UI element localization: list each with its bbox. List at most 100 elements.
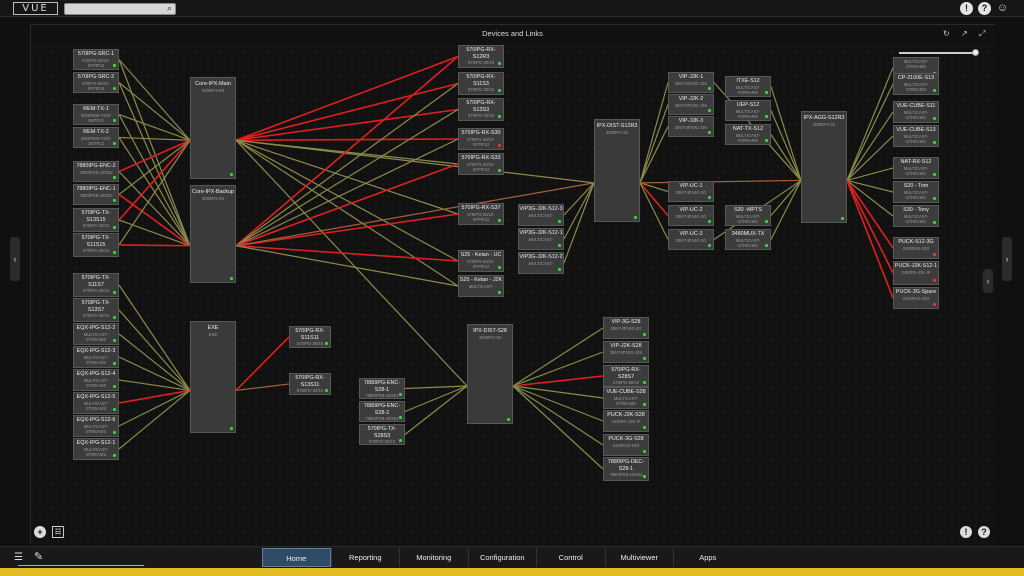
- link-line[interactable]: [563, 182, 595, 264]
- device-node[interactable]: VIP-J2K-2 3067VIP10G-J2K: [668, 94, 714, 115]
- device-node[interactable]: REM-TX-2 3000REM-TX/8-2MTP12: [73, 127, 119, 148]
- link-line[interactable]: [235, 383, 290, 392]
- device-node[interactable]: 570IPG-RX-S13S3 570IPG-30/10: [458, 98, 504, 121]
- alert-icon[interactable]: !: [960, 2, 973, 15]
- device-node[interactable]: 570IPG-RX-S33 570IPG-30/10-SFPIP12: [458, 153, 504, 175]
- device-node[interactable]: VIP-UC-3 3067VIP10G-3G: [668, 229, 714, 250]
- device-node[interactable]: REM-TX-1 3000REM-TX/8-2MTP12: [73, 104, 119, 125]
- user-icon[interactable]: ☺: [996, 2, 1009, 15]
- device-node[interactable]: Core-IPX-Main 3000IPX-84: [190, 77, 236, 179]
- device-node[interactable]: VIP-UC-1 3067VIP10G-3G: [668, 181, 714, 202]
- device-node[interactable]: 570IPG-RX-S11S11 570IPG-30/10: [289, 326, 331, 348]
- link-line[interactable]: [404, 385, 468, 413]
- link-line[interactable]: [846, 83, 894, 181]
- tab-reporting[interactable]: Reporting: [330, 548, 400, 567]
- device-node[interactable]: 7880IPG-ENC-S28-1 7880IPG8-10GE2: [359, 378, 405, 399]
- device-node[interactable]: 7880IPG-ENC-1 7880IPG8-10GE2: [73, 184, 119, 205]
- grid-icon[interactable]: ☷: [52, 526, 64, 538]
- device-node[interactable]: 570IPG-TX-S13S15 570IPG-30/10: [73, 208, 119, 232]
- tab-multiviewer[interactable]: Multiviewer: [604, 548, 674, 567]
- device-node[interactable]: 7880IPG-ENC-2 7880IPG8-10GE2: [73, 161, 119, 182]
- link-line[interactable]: [770, 134, 802, 181]
- device-node[interactable]: 570IPG-TX-S11S15 570IPG-30/10: [73, 233, 119, 257]
- topology-graph[interactable]: 570IPG-SRC-1 570IPG-30/10-SFPIP12 570IPG-S…: [31, 25, 996, 545]
- collapse-icon[interactable]: ⤢: [979, 29, 985, 39]
- device-node[interactable]: S25 - Kelan - J2K MULTICAST-: [458, 275, 504, 297]
- link-line[interactable]: [235, 83, 459, 247]
- link-line[interactable]: [118, 136, 191, 141]
- device-node[interactable]: 570IPG-RX-S13S11 570IPG-30/10: [289, 373, 331, 395]
- device-node[interactable]: PUCK-3G-Spare 2430RX2-10G: [893, 287, 939, 309]
- device-node[interactable]: S30 -MPTS MULTICAST-STREAMS: [725, 205, 771, 226]
- details-toggle[interactable]: ‹: [983, 269, 993, 293]
- link-line[interactable]: [639, 126, 669, 184]
- device-node[interactable]: 570IPG-TX-S11S7 570IPG-30/10: [73, 273, 119, 297]
- right-panel-toggle[interactable]: ›: [1002, 237, 1012, 281]
- tab-home[interactable]: Home: [262, 548, 331, 567]
- device-node[interactable]: VIP-UC-2 3067VIP10G-3G: [668, 205, 714, 226]
- link-line[interactable]: [118, 389, 191, 427]
- device-node[interactable]: EQX-IPG-S12-3 MULTICAST-STREAMS: [73, 346, 119, 368]
- pencil-icon[interactable]: ✎: [34, 550, 43, 563]
- device-node[interactable]: PUCK-3G-S28 2430RX2-10G: [603, 434, 649, 456]
- device-node[interactable]: IPX-AGG-S12R3 3000IPX-32: [801, 111, 847, 223]
- device-node[interactable]: PUCK-J2K-S12-1 2430RX-J2K-IP: [893, 261, 939, 285]
- device-node[interactable]: 570IPG-RX-S37 570IPG-30/10-SFPIP12: [458, 203, 504, 225]
- help-icon[interactable]: ?: [978, 2, 991, 15]
- device-node[interactable]: EQX-IPG-S12-5 MULTICAST-STREAMS: [73, 392, 119, 414]
- device-node[interactable]: 570IPG-RX-S12R3 570IPG-30/10: [458, 45, 504, 68]
- help-icon[interactable]: ?: [978, 526, 990, 538]
- device-node[interactable]: VIP-J2K-S28 3067VIP10G-J2K: [603, 341, 649, 363]
- link-line[interactable]: [118, 82, 191, 246]
- link-line[interactable]: [235, 139, 459, 262]
- device-node[interactable]: 570IPG-TX-S13S7 570IPG-30/10: [73, 298, 119, 322]
- link-line[interactable]: [235, 139, 468, 387]
- device-node[interactable]: VIP3G-J2K-S12-3 MULTICAST-: [518, 204, 564, 226]
- device-node[interactable]: 570IPG-RX-S28S7 570IPG-30/10: [603, 365, 649, 387]
- device-node[interactable]: PUCK-J2K-S28 2430RX-J2K-IP: [603, 410, 649, 432]
- device-node[interactable]: VUE-CUBE-S13 MULTICAST-STREAMS: [893, 125, 939, 147]
- device-node[interactable]: 570IPG-TX-S28S3 570IPG-30/10: [359, 424, 405, 445]
- device-node[interactable]: VUE-CUBE-S11 MULTICAST-STREAMS: [893, 101, 939, 123]
- link-line[interactable]: [639, 82, 669, 184]
- link-line[interactable]: [770, 86, 802, 181]
- link-line[interactable]: [118, 284, 191, 391]
- device-node[interactable]: 570IPG-SRC-1 570IPG-30/10-SFPIP12: [73, 49, 119, 70]
- device-node[interactable]: UEP-S12 MULTICAST-STREAMS: [725, 100, 771, 121]
- zoom-handle[interactable]: [972, 49, 979, 56]
- link-line[interactable]: [846, 180, 894, 274]
- device-node[interactable]: IPX-DIST-S12R3 3000IPX-32: [594, 119, 640, 222]
- device-node[interactable]: VIP-3G-S28 3067VIP10G-3G: [603, 317, 649, 339]
- tab-configuration[interactable]: Configuration: [467, 548, 537, 567]
- link-line[interactable]: [235, 138, 459, 142]
- link-line[interactable]: [235, 82, 459, 142]
- tab-control[interactable]: Control: [536, 548, 605, 567]
- link-line[interactable]: [118, 244, 191, 247]
- alert-icon[interactable]: !: [960, 526, 972, 538]
- device-node[interactable]: 570IPG-RX-S11S3 570IPG-30/10: [458, 72, 504, 95]
- link-line[interactable]: [512, 385, 604, 470]
- zoom-slider[interactable]: [899, 49, 979, 57]
- device-node[interactable]: 7880IPG-DEC-S28-1 7880IPG8-10GE2: [603, 457, 649, 481]
- device-node[interactable]: ITXE-S12 MULTICAST-STREAMS: [725, 76, 771, 97]
- device-node[interactable]: NAT-TX-S12 MULTICAST-STREAMS: [725, 124, 771, 145]
- tab-monitoring[interactable]: Monitoring: [399, 548, 468, 567]
- link-line[interactable]: [118, 219, 191, 247]
- refresh-icon[interactable]: ↻: [943, 29, 950, 38]
- device-node[interactable]: NAT-RX-S12 MULTICAST-STREAMS: [893, 157, 939, 179]
- device-node[interactable]: VIP3G-J2K-S12-1 MULTICAST-: [518, 228, 564, 250]
- menu-icon[interactable]: ☰: [14, 552, 23, 563]
- device-node[interactable]: EQX-IPG-S12-2 MULTICAST-STREAMS: [73, 323, 119, 345]
- search-input[interactable]: ⌕: [64, 3, 176, 15]
- link-line[interactable]: [404, 385, 468, 435]
- device-node[interactable]: IPX-DIST-S28 3000IPX-32: [467, 324, 513, 424]
- link-line[interactable]: [639, 104, 669, 184]
- link-line[interactable]: [235, 139, 595, 184]
- link-line[interactable]: [118, 389, 191, 404]
- device-node[interactable]: VIP3G-J2K-S12-2 MULTICAST-: [518, 252, 564, 274]
- device-node[interactable]: Core-IPX-Backup 3000IPX-84: [190, 185, 236, 283]
- link-line[interactable]: [235, 336, 290, 392]
- link-line[interactable]: [235, 108, 459, 247]
- device-node[interactable]: S25 - Kelan - UC 570IPG-30/10-SFPIP12: [458, 250, 504, 272]
- device-node[interactable]: EQX-IPG-S12-1 MULTICAST-STREAMS: [73, 438, 119, 460]
